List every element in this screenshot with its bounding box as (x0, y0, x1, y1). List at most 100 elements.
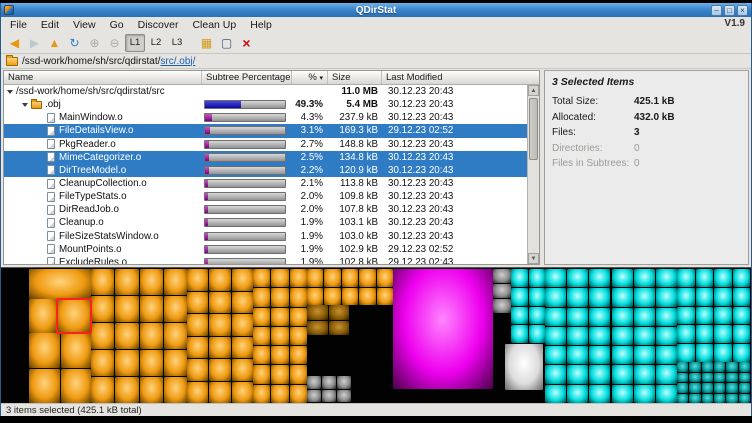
column-header-size[interactable]: Size (328, 71, 382, 84)
treemap-tile[interactable] (589, 346, 610, 364)
treemap-tile[interactable] (290, 327, 307, 345)
treemap-tile[interactable] (739, 383, 750, 393)
treemap-tile[interactable] (164, 269, 187, 295)
treemap-tile[interactable] (209, 314, 230, 336)
close-button[interactable]: × (737, 5, 748, 16)
treemap-tile[interactable] (656, 385, 677, 403)
treemap-tile-selected[interactable] (57, 299, 91, 333)
treemap-tile[interactable] (677, 362, 688, 372)
treemap-tile[interactable] (290, 269, 307, 287)
treemap-tile[interactable] (733, 307, 751, 325)
treemap-tile[interactable] (232, 382, 253, 404)
treemap-tile[interactable] (209, 269, 230, 291)
level-2-button[interactable]: L2 (146, 34, 166, 52)
treemap-tile[interactable] (61, 369, 92, 404)
treemap-tile[interactable] (656, 346, 677, 364)
treemap-tile[interactable] (115, 323, 138, 349)
treemap-tile[interactable] (589, 385, 610, 403)
treemap-tile[interactable] (529, 288, 546, 306)
treemap-tile[interactable] (696, 288, 714, 306)
treemap-tile[interactable] (307, 269, 323, 287)
treemap-tile[interactable] (567, 346, 588, 364)
treemap-tile[interactable] (726, 362, 737, 372)
column-header-name[interactable]: Name (4, 71, 202, 84)
treemap-tile[interactable] (307, 305, 328, 320)
treemap-tile[interactable] (714, 288, 732, 306)
treemap-tile[interactable] (739, 373, 750, 383)
minimize-button[interactable]: – (711, 5, 722, 16)
treemap-tile[interactable] (702, 383, 713, 393)
scrollbar-up-arrow[interactable]: ▲ (528, 85, 539, 96)
treemap-tile[interactable] (689, 394, 700, 404)
treemap-view-icon[interactable]: ▢ (217, 34, 236, 52)
treemap-tile[interactable] (612, 269, 633, 287)
scrollbar-down-arrow[interactable]: ▼ (528, 253, 539, 264)
treemap-tile[interactable] (232, 337, 253, 359)
treemap-tile[interactable] (377, 288, 393, 306)
treemap-tile[interactable] (29, 333, 60, 368)
up-icon[interactable]: ▲ (45, 34, 64, 52)
treemap-tile[interactable] (232, 292, 253, 314)
table-row[interactable]: CleanupCollection.o2.1%113.8 kB30.12.23 … (4, 177, 527, 190)
treemap-tile[interactable] (511, 325, 528, 343)
stop-reading-icon[interactable]: × (237, 34, 256, 52)
treemap-tile[interactable] (545, 308, 566, 326)
treemap-tile[interactable] (115, 377, 138, 403)
treemap-tile[interactable] (714, 362, 725, 372)
treemap-tile[interactable] (115, 269, 138, 295)
treemap-tile[interactable] (634, 346, 655, 364)
treemap-tile[interactable] (271, 327, 288, 345)
table-row[interactable]: .obj49.3%5.4 MB30.12.23 20:43 (4, 98, 527, 111)
treemap-tile[interactable] (714, 307, 732, 325)
treemap-tile[interactable] (115, 296, 138, 322)
scrollbar-thumb[interactable] (529, 98, 538, 160)
level-3-button[interactable]: L3 (167, 34, 187, 52)
treemap-tile[interactable] (61, 333, 92, 368)
treemap-tile[interactable] (567, 269, 588, 287)
treemap-tile[interactable] (739, 362, 750, 372)
column-header-percent[interactable]: % ▾ (292, 71, 328, 84)
treemap-tile[interactable] (589, 365, 610, 383)
treemap-tile[interactable] (271, 346, 288, 364)
treemap-tile[interactable] (140, 350, 163, 376)
treemap-tile[interactable] (677, 288, 695, 306)
treemap-tile[interactable] (545, 365, 566, 383)
treemap-tile[interactable] (529, 269, 546, 287)
treemap-tile[interactable] (567, 308, 588, 326)
treemap-tile[interactable] (567, 288, 588, 306)
treemap-tile[interactable] (253, 308, 270, 326)
vertical-scrollbar[interactable]: ▲ ▼ (527, 85, 539, 264)
treemap-tile[interactable] (545, 288, 566, 306)
back-icon[interactable]: ◀ (5, 34, 24, 52)
treemap-tile[interactable] (359, 269, 375, 287)
treemap-tile[interactable] (689, 362, 700, 372)
treemap-tile[interactable] (696, 325, 714, 343)
treemap-tile[interactable] (529, 325, 546, 343)
treemap-tile[interactable] (545, 346, 566, 364)
table-row[interactable]: FileTypeStats.o2.0%109.8 kB30.12.23 20:4… (4, 190, 527, 203)
treemap-tile[interactable] (714, 373, 725, 383)
table-row[interactable]: MainWindow.o4.3%237.9 kB30.12.23 20:43 (4, 111, 527, 124)
treemap-tile[interactable] (271, 308, 288, 326)
treemap-tile[interactable] (545, 269, 566, 287)
treemap-tile[interactable] (337, 376, 351, 389)
treemap-tile[interactable] (702, 373, 713, 383)
treemap-tile[interactable] (493, 284, 511, 298)
treemap-tile[interactable] (612, 308, 633, 326)
treemap-tile[interactable] (634, 269, 655, 287)
treemap-tile[interactable] (589, 327, 610, 345)
treemap-tile[interactable] (714, 394, 725, 404)
treemap-tile[interactable] (307, 288, 323, 306)
treemap-tile[interactable] (187, 382, 208, 404)
column-header-last-modified[interactable]: Last Modified (382, 71, 482, 84)
treemap-tile[interactable] (209, 292, 230, 314)
treemap-tile[interactable] (714, 383, 725, 393)
treemap-tile[interactable] (115, 350, 138, 376)
treemap-tile[interactable] (187, 337, 208, 359)
treemap-tile[interactable] (290, 308, 307, 326)
treemap-tile[interactable] (307, 321, 328, 336)
menu-file[interactable]: File (3, 18, 34, 32)
menu-help[interactable]: Help (243, 18, 279, 32)
table-row[interactable]: Cleanup.o1.9%103.1 kB30.12.23 20:43 (4, 216, 527, 229)
treemap-tile[interactable] (359, 288, 375, 306)
